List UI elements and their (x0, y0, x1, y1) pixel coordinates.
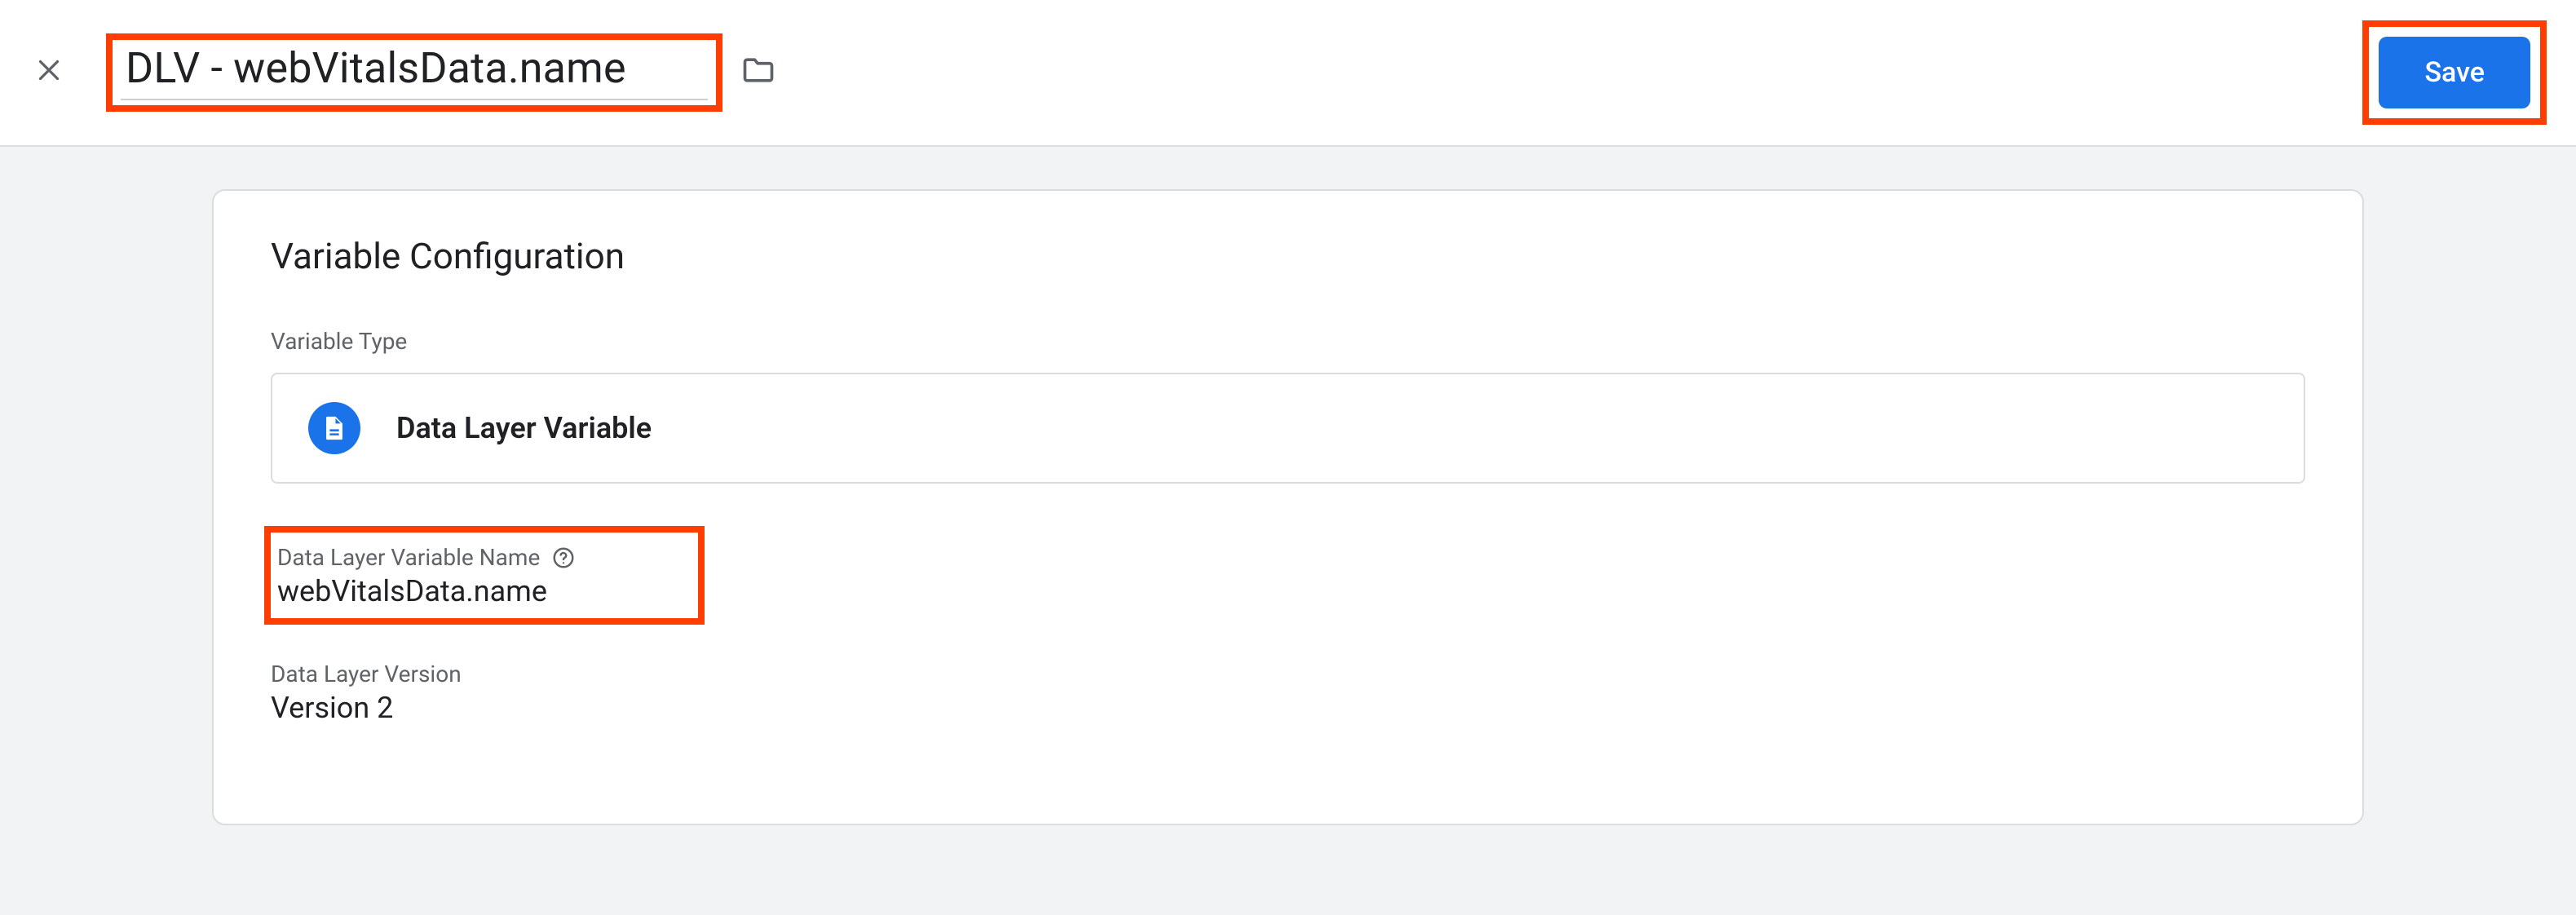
folder-icon (740, 52, 776, 94)
variable-type-selector[interactable]: Data Layer Variable (271, 373, 2305, 484)
data-layer-version-value[interactable]: Version 2 (271, 691, 2305, 725)
variable-type-label: Variable Type (271, 328, 2305, 355)
variable-configuration-card: Variable Configuration Variable Type Dat… (212, 189, 2364, 825)
close-icon (34, 55, 64, 91)
annotation-highlight-save: Save (2362, 20, 2547, 125)
data-layer-version-label: Data Layer Version (271, 661, 462, 687)
help-icon[interactable] (551, 546, 576, 570)
annotation-highlight-dlv-name: Data Layer Variable Name webVitalsData.n… (264, 526, 705, 625)
annotation-highlight-title: DLV - webVitalsData.name (106, 33, 722, 111)
dlv-name-value[interactable]: webVitalsData.name (271, 574, 678, 608)
close-button[interactable] (24, 48, 73, 97)
variable-type-name: Data Layer Variable (396, 411, 652, 445)
dlv-name-label: Data Layer Variable Name (277, 544, 540, 571)
card-heading: Variable Configuration (271, 235, 2305, 277)
data-layer-variable-icon (308, 402, 360, 454)
editor-body: Variable Configuration Variable Type Dat… (0, 147, 2576, 915)
variable-name-input[interactable]: DLV - webVitalsData.name (121, 42, 708, 99)
folder-button[interactable] (740, 52, 776, 94)
save-button[interactable]: Save (2379, 37, 2530, 108)
editor-header: DLV - webVitalsData.name Save (0, 0, 2576, 147)
